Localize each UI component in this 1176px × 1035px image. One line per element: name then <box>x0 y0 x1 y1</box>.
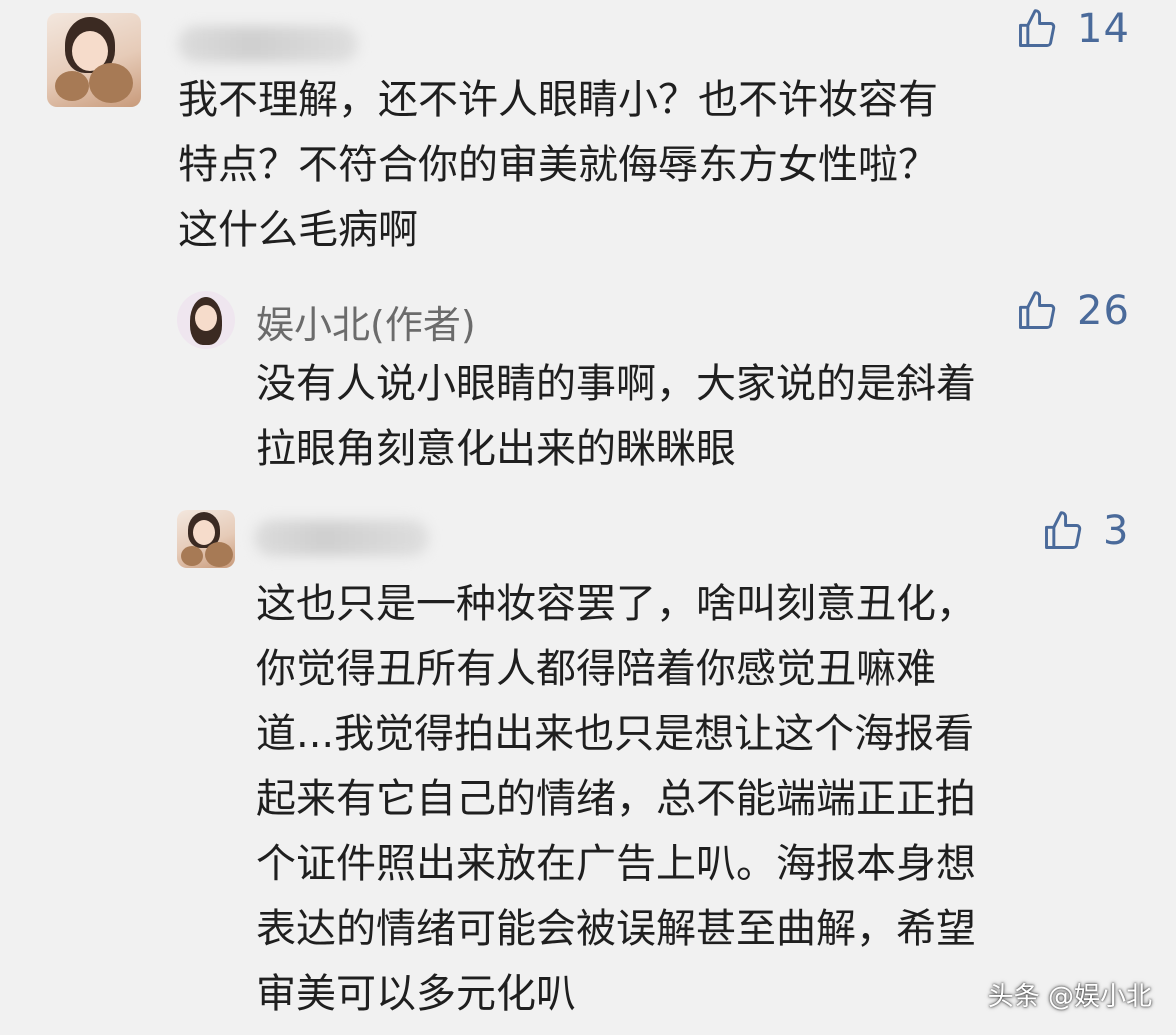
reply-text: 这也只是一种妆容罢了，啥叫刻意丑化， 你觉得丑所有人都得陪着你感觉丑嘛难 道..… <box>256 581 976 1017</box>
watermark: 头条 @娱小北 <box>987 982 1152 1012</box>
like-button[interactable]: 26 <box>1015 288 1130 334</box>
commenter-avatar[interactable] <box>47 13 141 107</box>
like-button[interactable]: 14 <box>1015 6 1130 52</box>
author-name[interactable]: 娱小北(作者) <box>256 294 476 349</box>
commenter-name-blurred[interactable] <box>254 520 429 556</box>
author-avatar[interactable] <box>177 291 235 349</box>
commenter-name-blurred[interactable] <box>178 26 358 62</box>
like-count: 14 <box>1077 6 1130 52</box>
like-count: 26 <box>1077 288 1130 334</box>
reply-text: 没有人说小眼睛的事啊，大家说的是斜着 拉眼角刻意化出来的眯眯眼 <box>256 361 976 472</box>
comment-text: 我不理解，还不许人眼睛小？也不许妆容有 特点？不符合你的审美就侮辱东方女性啦？ … <box>178 77 938 253</box>
thumbs-up-icon <box>1045 511 1082 549</box>
commenter-avatar[interactable] <box>177 510 235 568</box>
thumbs-up-icon <box>1019 9 1056 47</box>
like-button[interactable]: 3 <box>1041 508 1129 554</box>
thumbs-up-icon <box>1019 291 1056 329</box>
like-count: 3 <box>1103 508 1130 554</box>
